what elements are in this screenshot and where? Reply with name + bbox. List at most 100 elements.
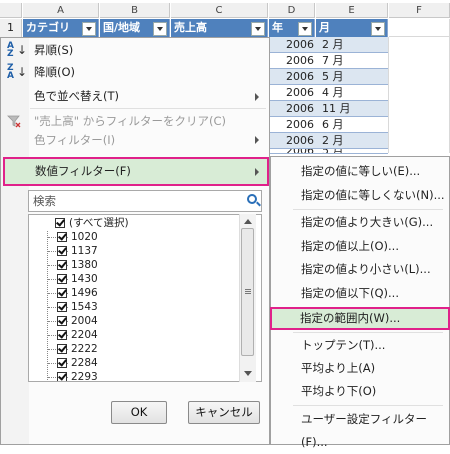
list-item[interactable]: 2284 [29, 357, 249, 370]
filter-dropdown-icon[interactable] [251, 22, 265, 36]
table-row[interactable]: 2006 5 月 [268, 69, 388, 85]
list-item-label: 1430 [71, 273, 98, 285]
checkbox[interactable] [57, 344, 67, 354]
list-item-label: 2222 [71, 343, 98, 355]
column-header-e[interactable]: E [316, 3, 388, 18]
checkbox[interactable] [57, 302, 67, 312]
ok-button[interactable]: OK [111, 401, 167, 424]
submenu-item-custom-filter[interactable]: ユーザー設定フィルター(F)... [271, 408, 449, 449]
scrollbar-thumb[interactable] [241, 228, 254, 356]
year-cell: 2006 [286, 70, 314, 83]
list-item[interactable]: 1380 [29, 259, 249, 272]
table-row[interactable]: 2006 11 月 [268, 101, 388, 117]
submenu-item-equals[interactable]: 指定の値に等しい(E)... [271, 160, 449, 183]
submenu-item-below-average[interactable]: 平均より下(O) [271, 380, 449, 403]
year-cell: 2006 [268, 149, 316, 153]
list-item[interactable]: 1020 [29, 231, 249, 244]
clear-filter-icon [7, 114, 23, 130]
submenu-item-greater-than[interactable]: 指定の値より大きい(G)... [271, 211, 449, 234]
month-cell: 11 月 [322, 102, 351, 115]
filter-dropdown-icon[interactable] [371, 22, 385, 36]
sort-descending-item[interactable]: Z A ↓ 降順(O) [1, 61, 267, 83]
checkbox[interactable] [57, 316, 67, 326]
list-item[interactable]: 2293 [29, 371, 249, 382]
header-label: 年 [272, 21, 283, 34]
month-cell: 7 月 [322, 54, 344, 67]
header-label: 国/地域 [103, 21, 141, 34]
checkbox[interactable] [57, 358, 67, 368]
number-filter-item[interactable]: 数値フィルター(F) [3, 157, 269, 186]
row-number[interactable]: 1 [0, 19, 22, 37]
list-item[interactable]: 2004 [29, 315, 249, 328]
checkbox[interactable] [57, 232, 67, 242]
number-filter-label: 数値フィルター(F) [35, 164, 131, 178]
cancel-button[interactable]: キャンセル [188, 401, 260, 424]
header-cell-month[interactable]: 月 [316, 19, 388, 37]
scroll-down-icon[interactable] [244, 371, 252, 376]
table-row[interactable]: 2006 7 月 [268, 53, 388, 69]
search-placeholder: 検索 [33, 194, 56, 208]
submenu-arrow-icon [255, 168, 259, 176]
submenu-item-above-average[interactable]: 平均より上(A) [271, 357, 449, 380]
sort-ascending-label: 昇順(S) [34, 43, 74, 57]
submenu-item-less-or-equal[interactable]: 指定の値以下(Q)... [271, 282, 449, 305]
checkbox[interactable] [57, 274, 67, 284]
table-row[interactable]: 2006 2 月 [268, 37, 388, 53]
checkbox[interactable] [57, 288, 67, 298]
filter-dropdown-icon[interactable] [82, 22, 96, 36]
month-cell: 5 月 [322, 70, 344, 83]
list-item[interactable]: 1137 [29, 245, 249, 258]
checkbox[interactable] [57, 330, 67, 340]
header-cell-category[interactable]: カテゴリ [23, 19, 99, 37]
column-header-c[interactable]: C [171, 3, 268, 18]
submenu-item-not-equals[interactable]: 指定の値に等しくない(N)... [271, 184, 449, 207]
column-header-a[interactable]: A [23, 3, 99, 18]
list-item-label: 1496 [71, 287, 98, 299]
header-cell-region[interactable]: 国/地域 [100, 19, 170, 37]
table-row[interactable]: 2006 6 月 [268, 117, 388, 133]
search-input[interactable]: 検索 [28, 190, 262, 212]
column-header-b[interactable]: B [100, 3, 170, 18]
corner-cell[interactable] [0, 3, 22, 18]
submenu-item-between[interactable]: 指定の範囲内(W)... [270, 307, 450, 330]
filter-dropdown-icon[interactable] [298, 22, 312, 36]
table-row[interactable]: 2006 2 月 [268, 133, 388, 149]
list-item[interactable]: 1543 [29, 301, 249, 314]
gridline [388, 37, 389, 153]
sort-by-color-item[interactable]: 色で並べ替え(T) [1, 85, 267, 107]
list-item[interactable]: 1430 [29, 273, 249, 286]
sort-descending-icon: Z A ↓ [7, 63, 28, 81]
header-cell-sales[interactable]: 売上高 [171, 19, 268, 37]
table-row[interactable]: 2006 4 月 [268, 85, 388, 101]
list-item[interactable]: 2222 [29, 343, 249, 356]
list-item-select-all[interactable]: (すべて選択) [29, 217, 249, 230]
list-item-label: 2293 [71, 371, 98, 382]
list-item-label: 2204 [71, 329, 98, 341]
list-item[interactable]: 2204 [29, 329, 249, 342]
submenu-item-top-ten[interactable]: トップテン(T)... [271, 334, 449, 357]
month-cell: 2 月 [322, 38, 344, 51]
empty-cell[interactable] [389, 19, 450, 37]
header-cell-year[interactable]: 年 [269, 19, 315, 37]
checkbox[interactable] [57, 246, 67, 256]
column-header-d[interactable]: D [269, 3, 315, 18]
submenu-item-less-than[interactable]: 指定の値より小さい(L)... [271, 258, 449, 281]
menu-separator [293, 405, 443, 406]
header-label: 売上高 [174, 21, 207, 34]
sort-ascending-item[interactable]: A Z ↓ 昇順(S) [1, 39, 267, 61]
clear-filter-item[interactable]: "売上高" からフィルターをクリア(C) [1, 110, 267, 132]
scroll-up-icon[interactable] [244, 219, 252, 224]
list-item-label: 1380 [71, 259, 98, 271]
list-item-label: 1137 [71, 245, 98, 257]
menu-separator [293, 332, 443, 333]
checkbox[interactable] [55, 218, 65, 228]
column-header-f[interactable]: F [389, 3, 450, 18]
month-cell: 5 月 [318, 149, 388, 153]
month-cell: 2 月 [322, 134, 344, 147]
filter-dropdown-icon[interactable] [153, 22, 167, 36]
submenu-item-greater-or-equal[interactable]: 指定の値以上(O)... [271, 235, 449, 258]
checkbox[interactable] [57, 260, 67, 270]
checkbox[interactable] [57, 372, 67, 381]
table-row[interactable]: 2006 5 月 [268, 149, 388, 154]
list-item[interactable]: 1496 [29, 287, 249, 300]
